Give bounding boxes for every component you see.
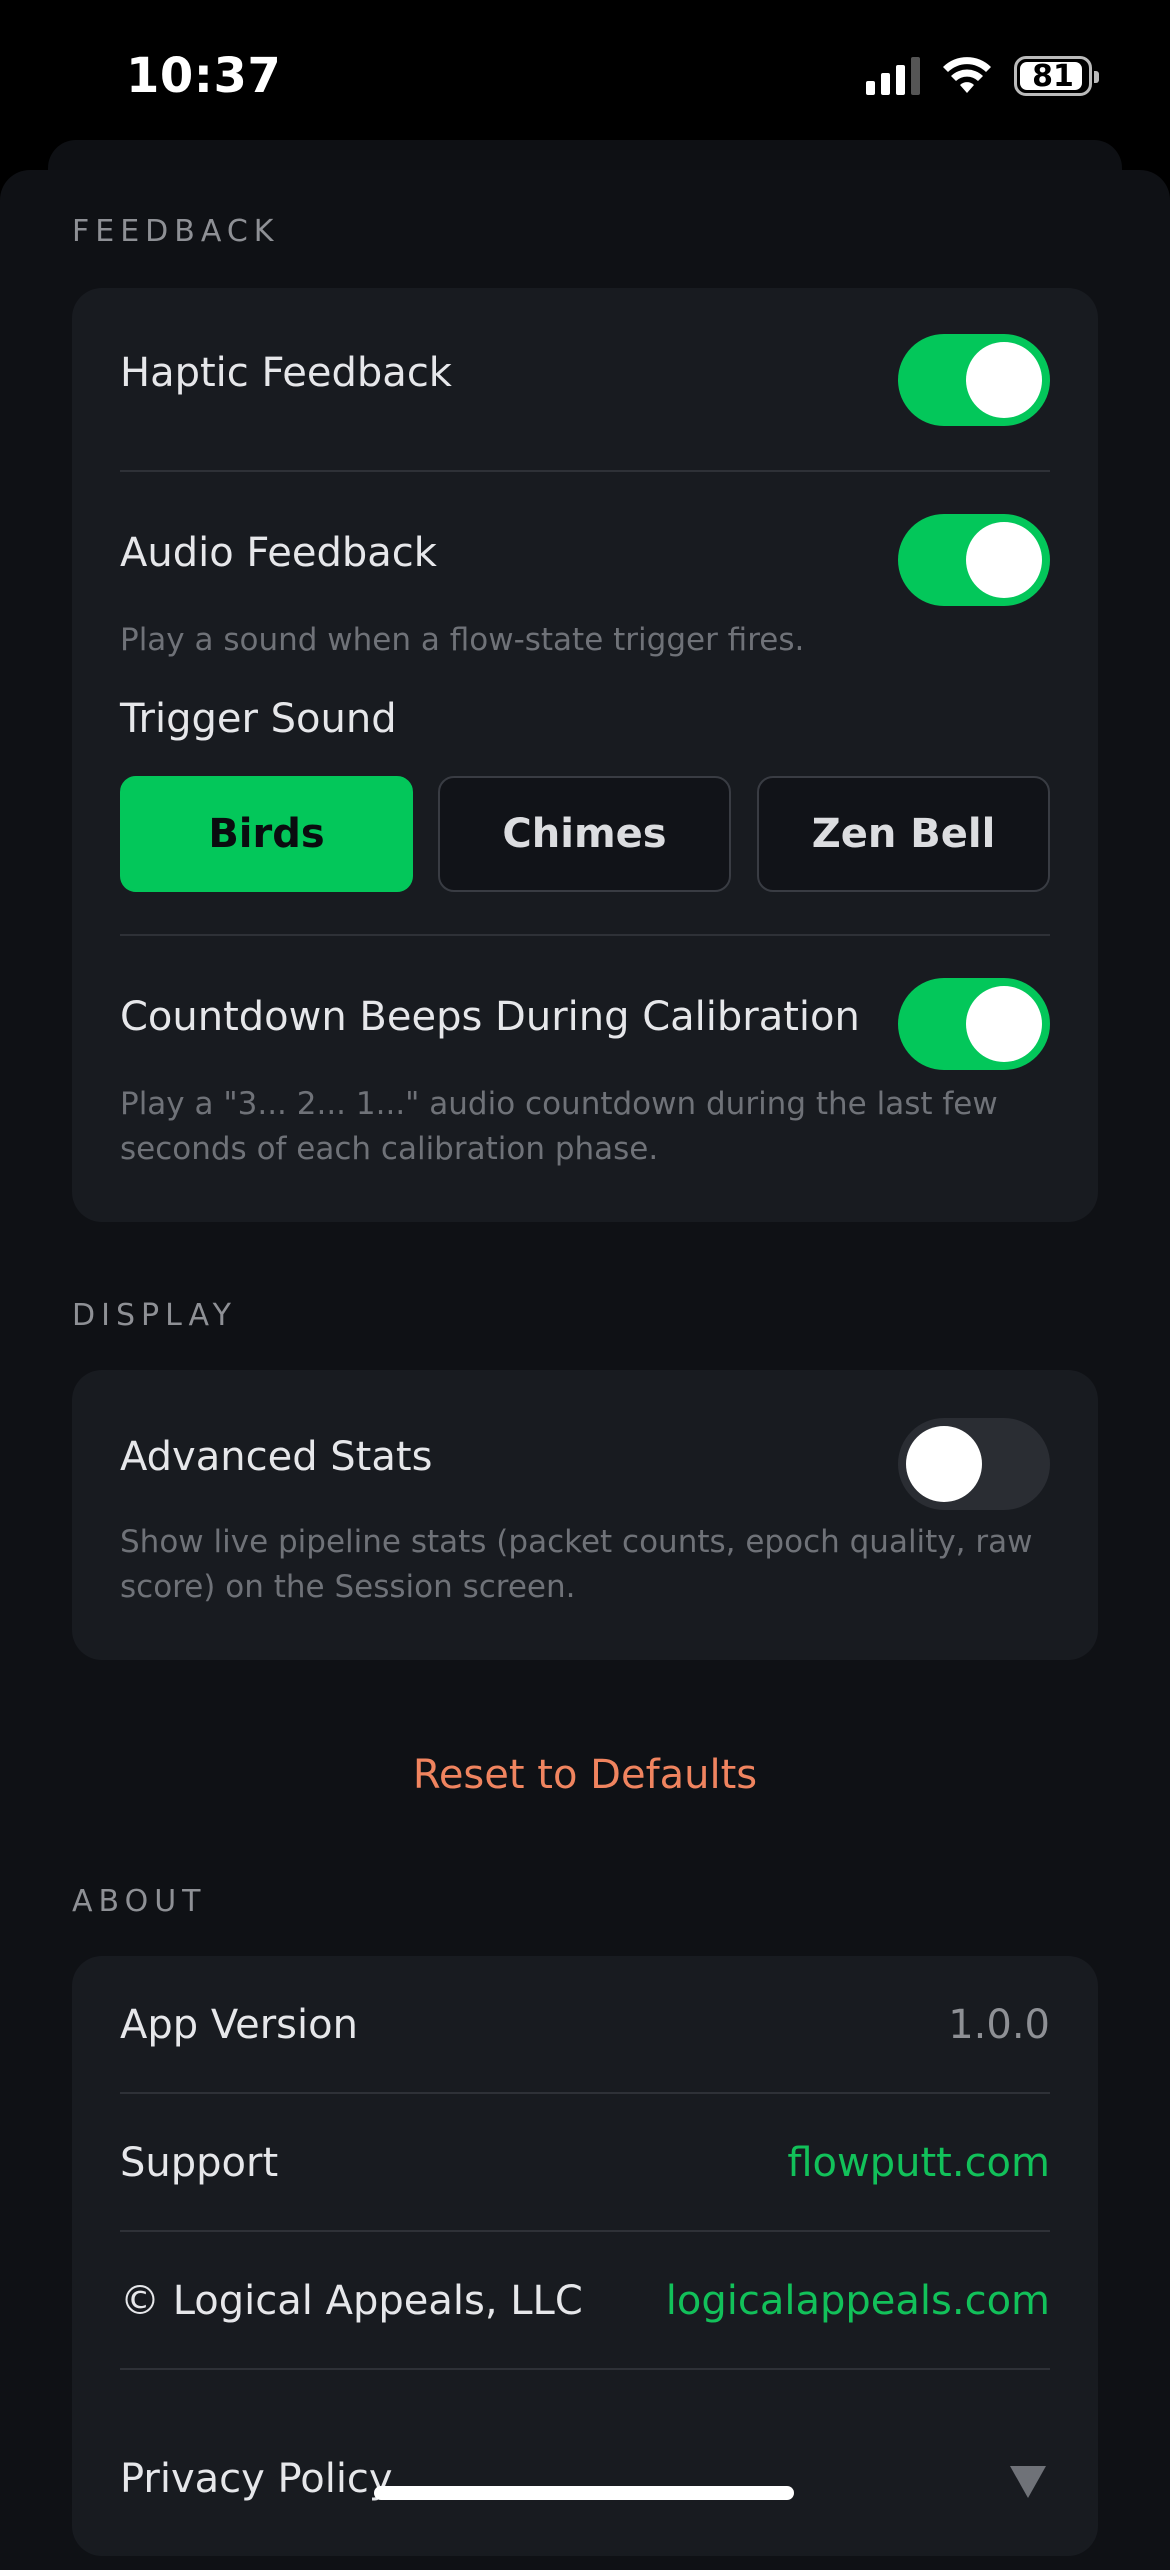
- section-header-about: ABOUT: [72, 1884, 207, 1919]
- chevron-down-icon[interactable]: [1010, 2466, 1046, 2498]
- trigger-sound-zen-bell[interactable]: Zen Bell: [757, 776, 1050, 892]
- countdown-beeps-toggle[interactable]: [898, 978, 1050, 1070]
- copyright-label: © Logical Appeals, LLC: [120, 2278, 583, 2324]
- home-indicator: [374, 2486, 794, 2500]
- divider: [120, 470, 1050, 472]
- support-label: Support: [120, 2140, 279, 2186]
- trigger-sound-birds[interactable]: Birds: [120, 776, 413, 892]
- trigger-sound-selector: Birds Chimes Zen Bell: [120, 776, 1050, 892]
- haptic-feedback-label: Haptic Feedback: [120, 350, 452, 396]
- audio-feedback-toggle[interactable]: [898, 514, 1050, 606]
- trigger-sound-label: Trigger Sound: [120, 696, 397, 742]
- settings-sheet: FEEDBACK Haptic Feedback Audio Feedback …: [0, 170, 1170, 2570]
- divider: [120, 2368, 1050, 2370]
- advanced-stats-description: Show live pipeline stats (packet counts,…: [120, 1524, 1033, 1605]
- reset-to-defaults-button[interactable]: Reset to Defaults: [0, 1752, 1170, 1798]
- section-header-display: DISPLAY: [72, 1298, 238, 1333]
- display-card: Advanced Stats Show live pipeline stats …: [72, 1370, 1098, 1660]
- app-version-label: App Version: [120, 2002, 358, 2048]
- countdown-beeps-description: Play a "3... 2... 1..." audio countdown …: [120, 1086, 998, 1167]
- audio-feedback-label: Audio Feedback: [120, 530, 437, 576]
- trigger-sound-chimes[interactable]: Chimes: [438, 776, 731, 892]
- battery-percent: 81: [1032, 58, 1074, 94]
- wifi-icon: [943, 57, 991, 93]
- about-card: App Version 1.0.0 Support flowputt.com ©…: [72, 1956, 1098, 2556]
- battery-icon: 81: [1014, 56, 1099, 96]
- audio-feedback-description: Play a sound when a flow-state trigger f…: [120, 622, 805, 658]
- advanced-stats-label: Advanced Stats: [120, 1434, 433, 1480]
- status-icons: 81: [866, 54, 1099, 98]
- haptic-feedback-toggle[interactable]: [898, 334, 1050, 426]
- feedback-card: Haptic Feedback Audio Feedback Play a so…: [72, 288, 1098, 1222]
- advanced-stats-toggle[interactable]: [898, 1418, 1050, 1510]
- divider: [120, 934, 1050, 936]
- company-link[interactable]: logicalappeals.com: [666, 2278, 1050, 2324]
- support-link[interactable]: flowputt.com: [787, 2140, 1050, 2186]
- status-bar: 10:37 81: [0, 0, 1170, 150]
- countdown-beeps-label: Countdown Beeps During Calibration: [120, 994, 860, 1040]
- divider: [120, 2230, 1050, 2232]
- status-time: 10:37: [126, 48, 282, 104]
- divider: [120, 2092, 1050, 2094]
- cellular-signal-icon: [866, 57, 920, 95]
- section-header-feedback: FEEDBACK: [72, 214, 280, 249]
- privacy-policy-label[interactable]: Privacy Policy: [120, 2456, 393, 2502]
- app-version-value: 1.0.0: [948, 2002, 1050, 2048]
